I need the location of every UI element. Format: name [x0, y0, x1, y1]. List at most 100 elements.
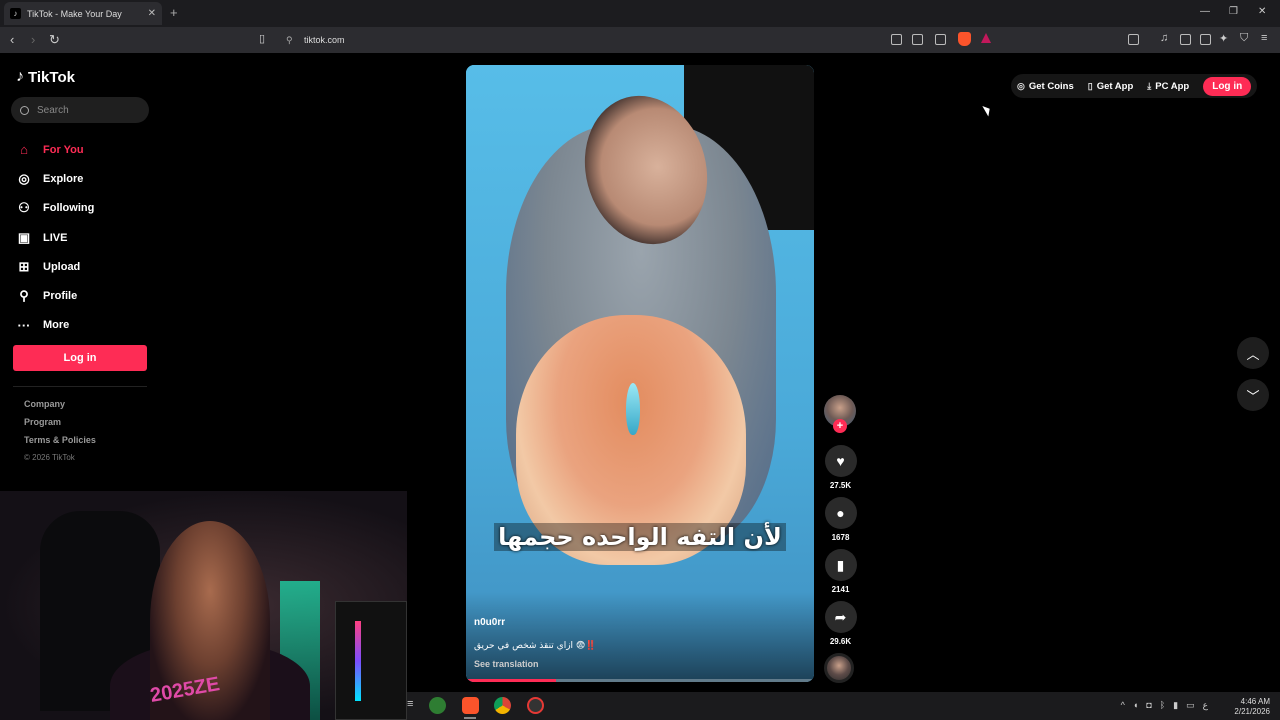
brave-shields-icon[interactable]	[958, 32, 971, 46]
no-translate-icon[interactable]	[891, 34, 902, 45]
sidebar-item-for-you[interactable]: ⌂ For You	[16, 135, 94, 164]
footer-link-terms[interactable]: Terms & Policies	[24, 435, 96, 453]
sidebar-item-label: More	[43, 319, 70, 332]
bookmark-icon: ▮	[824, 549, 857, 581]
sidebar-login-button[interactable]: Log in	[13, 345, 147, 371]
creator-avatar-button[interactable]: +	[824, 395, 857, 433]
get-coins-label: Get Coins	[1028, 80, 1074, 92]
footer-link-program[interactable]: Program	[24, 417, 96, 435]
volume-icon[interactable]: ◖	[1133, 700, 1138, 711]
wallet-icon[interactable]	[1200, 34, 1211, 45]
site-info-icon[interactable]: ⚲	[286, 35, 293, 46]
sidebar-item-explore[interactable]: ◎ Explore	[16, 164, 94, 193]
url-field[interactable]: ⚲ tiktok.com	[278, 30, 998, 50]
xbox-app-icon[interactable]	[429, 697, 446, 714]
rgb-fan-glow	[355, 621, 361, 701]
sidebar-item-label: Profile	[43, 290, 78, 303]
like-button[interactable]: ♥ 27.5K	[824, 445, 857, 490]
forward-icon[interactable]: ›	[31, 32, 35, 47]
previous-video-button[interactable]: ︿	[1237, 337, 1269, 369]
person-plus-icon: ⚇	[18, 200, 30, 216]
share-icon[interactable]	[935, 34, 946, 45]
search-input[interactable]: Search	[11, 97, 149, 123]
clock-time: 4:46 AM	[1240, 697, 1270, 706]
follow-plus-icon[interactable]: +	[833, 419, 847, 433]
media-icon[interactable]: ♫	[1160, 32, 1168, 44]
language-indicator[interactable]: ع	[1203, 700, 1208, 711]
share-button[interactable]: ➦ 29.6K	[824, 601, 857, 646]
comment-count: 1678	[831, 533, 850, 542]
get-app-label: Get App	[1096, 80, 1134, 92]
cast-icon[interactable]	[912, 34, 923, 45]
comment-button[interactable]: ● 1678	[824, 497, 857, 542]
sidebar-item-label: Explore	[43, 172, 84, 185]
logo-text: TikTok	[28, 68, 75, 86]
brave-app-icon[interactable]	[462, 697, 479, 714]
video-progress-bar[interactable]	[466, 679, 814, 682]
music-disc-button[interactable]	[824, 653, 857, 683]
phone-icon: ▯	[1087, 80, 1093, 91]
taskbar-clock[interactable]: 4:46 AM 2/21/2026	[1234, 697, 1270, 717]
person-icon: ⚲	[19, 288, 29, 304]
get-app-button[interactable]: ▯ Get App	[1088, 81, 1134, 92]
top-login-button[interactable]: Log in	[1203, 76, 1252, 96]
maximize-button[interactable]: ❐	[1229, 6, 1238, 17]
sidebar-item-more[interactable]: ··· More	[16, 311, 94, 340]
bookmark-icon[interactable]: ▯	[259, 32, 265, 45]
video-water-drop	[626, 383, 640, 435]
video-progress-fill	[466, 679, 557, 682]
music-disc-icon	[824, 653, 854, 683]
new-tab-button[interactable]: +	[170, 5, 178, 20]
video-subtitle: لأن التفه الواحده حجمها	[494, 523, 786, 551]
sidebar-item-profile[interactable]: ⚲ Profile	[16, 281, 94, 310]
minimize-button[interactable]: —	[1200, 6, 1210, 17]
video-player[interactable]: لأن التفه الواحده حجمها n0u0rr ‼️😨 ازاي …	[466, 65, 814, 682]
video-description: ‼️😨 ازاي تنقذ شخص في حريق	[474, 641, 597, 651]
tab-close-icon[interactable]: ✕	[148, 8, 156, 19]
brave-rewards-icon[interactable]	[981, 33, 991, 43]
video-username[interactable]: n0u0rr	[474, 617, 505, 628]
leo-ai-icon[interactable]: ✦	[1219, 32, 1228, 45]
next-video-button[interactable]: ﹀	[1237, 379, 1269, 411]
compass-icon: ◎	[18, 170, 30, 186]
vpn-icon[interactable]: ⛉	[1240, 32, 1248, 45]
footer-link-company[interactable]: Company	[24, 399, 96, 417]
menu-icon[interactable]: ≡	[1261, 32, 1267, 44]
coin-icon: ◎	[1017, 80, 1025, 91]
tiktok-note-icon: ♪	[16, 68, 24, 85]
tab-search-icon[interactable]	[1128, 34, 1139, 45]
reload-icon[interactable]: ↻	[49, 32, 60, 48]
like-count: 27.5K	[829, 481, 852, 490]
ellipsis-icon: ···	[17, 317, 31, 333]
chrome-app-icon[interactable]	[494, 697, 511, 714]
live-icon: ▣	[17, 229, 31, 245]
download-icon: ⤓	[1147, 80, 1152, 91]
tray-chevron-icon[interactable]: ^	[1121, 700, 1125, 711]
notification-icon[interactable]: ▭	[1186, 700, 1195, 711]
avatar: +	[824, 395, 856, 433]
copyright: © 2026 TikTok	[24, 453, 75, 462]
see-translation-link[interactable]: See translation	[474, 659, 539, 669]
close-window-button[interactable]: ✕	[1258, 6, 1266, 17]
obs-app-icon[interactable]	[527, 697, 544, 714]
task-view-icon[interactable]: ≡	[407, 698, 413, 710]
sidebar-item-following[interactable]: ⚇ Following	[16, 194, 94, 223]
sidebar-nav: ⌂ For You ◎ Explore ⚇ Following ▣ LIVE ⊞…	[16, 135, 95, 340]
back-icon[interactable]: ‹	[10, 32, 14, 47]
sidebar-icon[interactable]	[1180, 34, 1191, 45]
mic-icon[interactable]: ▮	[1173, 700, 1178, 711]
save-button[interactable]: ▮ 2141	[824, 549, 857, 594]
mouse-cursor-icon	[982, 103, 993, 117]
tiktok-logo[interactable]: ♪ TikTok	[16, 68, 75, 86]
bluetooth-icon[interactable]: ᛒ	[1160, 700, 1165, 711]
pc-app-button[interactable]: ⤓ PC App	[1147, 81, 1189, 92]
tab-title: TikTok - Make Your Day	[27, 8, 122, 19]
heart-icon: ♥	[824, 445, 857, 477]
sidebar-item-label: For You	[43, 143, 84, 156]
get-coins-button[interactable]: ◎ Get Coins	[1017, 81, 1074, 92]
save-count: 2141	[831, 585, 850, 594]
browser-tab[interactable]: ♪ TikTok - Make Your Day ✕	[4, 2, 162, 25]
sidebar-item-upload[interactable]: ⊞ Upload	[16, 252, 94, 281]
sidebar-item-live[interactable]: ▣ LIVE	[16, 223, 94, 252]
network-icon[interactable]: ◘	[1146, 700, 1151, 711]
